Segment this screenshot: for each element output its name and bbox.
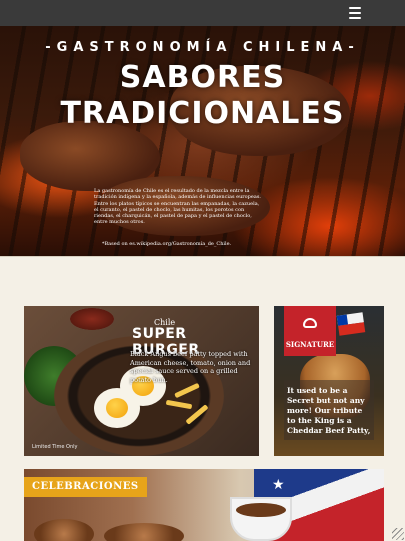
hamburger-menu-icon[interactable]: [349, 7, 361, 19]
signature-badge: SIGNATURE: [284, 306, 336, 356]
tea-cup-image: [230, 497, 292, 541]
sauce-bowl-image: [70, 308, 114, 330]
top-navigation-bar: [0, 0, 405, 26]
featured-dish-card[interactable]: Chile SUPER BURGER Black Angus beef patt…: [24, 306, 259, 456]
hero-source-link[interactable]: *Based on es.wikipedia.org/Gastronomía_d…: [102, 241, 231, 247]
hero-banner: -GASTRONOMÍA CHILENA- SABORES TRADICIONA…: [0, 26, 405, 256]
celebraciones-card[interactable]: ★ CELEBRACIONES: [24, 469, 384, 541]
signature-card[interactable]: SIGNATURE It used to be a Secret but not…: [274, 306, 384, 456]
section-label: CELEBRACIONES: [24, 477, 147, 497]
fried-egg-image: [94, 388, 140, 428]
card-footnote: Limited Time Only: [32, 444, 78, 450]
card-description: Black Angus beef patty topped with Ameri…: [130, 350, 251, 384]
hero-title-line1: SABORES: [119, 60, 286, 95]
food-image: [104, 523, 184, 541]
resize-handle-icon[interactable]: [392, 528, 404, 540]
star-icon: ★: [272, 477, 285, 493]
hero-subtitle: -GASTRONOMÍA CHILENA-: [45, 40, 360, 55]
hero-description: La gastronomía de Chile es el resultado …: [94, 188, 261, 226]
hero-title-line2: TRADICIONALES: [60, 96, 345, 131]
food-image: [34, 519, 94, 541]
badge-label: SIGNATURE: [285, 340, 335, 349]
signature-description: It used to be a Secret but not any more!…: [287, 386, 371, 435]
chile-flag-icon: [336, 312, 366, 336]
burger-icon: [303, 318, 317, 328]
divider: [0, 256, 405, 257]
